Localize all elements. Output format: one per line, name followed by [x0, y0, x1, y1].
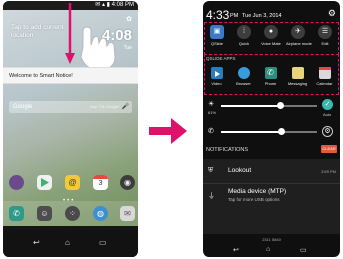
- status-icons: ✉ ▴ ▮: [95, 2, 112, 8]
- brightness-percent: 61%: [208, 110, 217, 115]
- settings-gear-icon[interactable]: ⚙: [328, 8, 336, 19]
- home-icon[interactable]: ⌂: [65, 238, 70, 247]
- message-icon: ✉: [124, 209, 131, 218]
- status-time: 4:08 PM: [111, 2, 134, 8]
- app-icon-email[interactable]: @: [65, 175, 80, 190]
- dock-messaging[interactable]: ✉: [120, 206, 135, 221]
- notification-list: ⛨ Lookout 3:59 PM ⏚ Media device (MTP) T…: [203, 159, 340, 234]
- lookout-icon: ⛨: [208, 167, 214, 174]
- usb-icon: ⏚: [208, 193, 215, 200]
- notification-item[interactable]: ⛨ Lookout 3:59 PM: [203, 159, 340, 183]
- camera-icon: ◉: [124, 178, 131, 187]
- carrier-text: 2311 5840: [262, 237, 281, 242]
- volume-fill: [221, 131, 281, 133]
- back-icon[interactable]: ↩: [233, 246, 239, 254]
- panel-ampm: PM: [230, 13, 239, 19]
- volume-settings-icon[interactable]: ⚙: [322, 126, 333, 137]
- qslide-apps-highlight: [204, 54, 339, 95]
- navigation-bar: ↩ ⌂ ▭: [3, 230, 138, 257]
- apps-grid-icon: ⁘: [69, 209, 76, 218]
- google-hint: Say "Ok Google": [90, 104, 120, 109]
- email-icon: @: [68, 178, 77, 187]
- notification-title: Media device (MTP): [228, 188, 287, 195]
- notification-title: Lookout: [228, 167, 252, 174]
- auto-brightness-check-icon[interactable]: ✓: [322, 99, 333, 110]
- phone-icon: ✆: [13, 209, 20, 218]
- recents-icon[interactable]: ▭: [300, 246, 307, 254]
- swipe-down-arrow: [65, 3, 75, 64]
- clear-button[interactable]: CLEAR: [321, 145, 337, 153]
- auto-label: Auto: [323, 112, 332, 117]
- panel-date: Tue Jun 3, 2014: [242, 13, 282, 19]
- app-icon-1[interactable]: [9, 175, 24, 190]
- home-icon[interactable]: ⌂: [266, 246, 270, 253]
- app-icon-play-store[interactable]: [37, 175, 52, 190]
- smart-notice-widget[interactable]: Welcome to Smart Notice!: [3, 67, 138, 84]
- calendar-number: 3: [98, 180, 103, 187]
- app-icon-calendar[interactable]: 3: [93, 175, 108, 190]
- recents-icon[interactable]: ▭: [99, 238, 107, 247]
- back-icon[interactable]: ↩: [33, 238, 40, 247]
- app-icon-camera[interactable]: ◉: [120, 175, 135, 190]
- google-label: Google: [13, 104, 33, 110]
- brightness-knob[interactable]: [277, 102, 284, 109]
- dock-contacts[interactable]: ☺: [37, 206, 52, 221]
- brightness-control: ☀ 61% ✓ Auto: [203, 98, 340, 120]
- phone-home-screen: ✉ ▴ ▮ 4:08 PM ✿ Tap to add current locat…: [3, 1, 138, 257]
- brightness-fill: [221, 105, 280, 107]
- panel-time: 4:33: [206, 8, 230, 22]
- google-search-bar[interactable]: Google Say "Ok Google" 🎤: [9, 101, 132, 113]
- contacts-icon: ☺: [40, 209, 49, 218]
- volume-control: ✆ ⚙: [203, 124, 340, 140]
- transition-arrow: [149, 118, 187, 144]
- quick-settings-highlight: [204, 22, 339, 55]
- dock-browser[interactable]: ◍: [93, 206, 108, 221]
- dock-apps[interactable]: ⁘: [65, 206, 80, 221]
- brightness-icon: ☀: [208, 101, 215, 108]
- gear-icon[interactable]: ✿: [126, 15, 132, 23]
- notification-item[interactable]: ⏚ Media device (MTP) Tap for more USB op…: [203, 184, 340, 210]
- navigation-bar: ↩ ⌂ ▭: [203, 245, 340, 257]
- globe-icon: ◍: [97, 209, 104, 218]
- notification-subtitle: Tap for more USB options: [228, 197, 280, 202]
- phone-ring-icon: ✆: [208, 128, 214, 135]
- mic-icon[interactable]: 🎤: [122, 101, 129, 113]
- notifications-header: NOTIFICATIONS: [206, 147, 249, 153]
- volume-knob[interactable]: [278, 128, 285, 135]
- phone-notification-panel: 4:33 PM Tue Jun 3, 2014 ⚙ ▣ QSlide ⁞ Qui…: [203, 1, 340, 257]
- dock-phone[interactable]: ✆: [9, 206, 24, 221]
- notification-time: 3:59 PM: [321, 169, 336, 174]
- play-store-icon: [41, 178, 49, 187]
